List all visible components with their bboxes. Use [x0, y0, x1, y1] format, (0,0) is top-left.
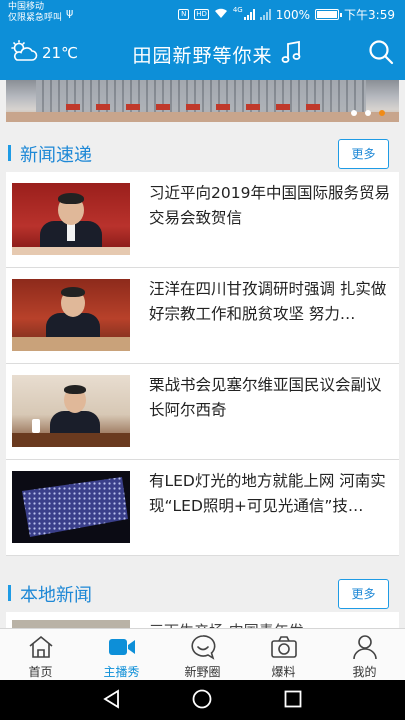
section-title: 本地新闻: [20, 585, 92, 606]
carousel-dot-active[interactable]: [379, 110, 385, 116]
app-header: 21℃ 田园新野等你来: [0, 28, 405, 80]
local-section-header: 本地新闻 更多: [0, 568, 405, 618]
home-circle-icon[interactable]: [191, 688, 213, 714]
chat-bubble-icon: [162, 634, 243, 660]
carrier-info: 中国移动 仅限紧急呼叫: [8, 2, 62, 24]
search-icon[interactable]: [368, 39, 394, 69]
carousel-dot[interactable]: [351, 110, 357, 116]
nfc-icon: N: [178, 9, 190, 20]
news-item[interactable]: 习近平向2019年中国国际服务贸易交易会致贺信: [6, 172, 399, 268]
network-type: 4G: [232, 6, 243, 14]
battery-percent: 100%: [275, 7, 311, 22]
tab-label: 我的: [352, 665, 377, 679]
news-list: 习近平向2019年中国国际服务贸易交易会致贺信 汪洋在四川甘孜调研时强调 扎实做…: [6, 172, 399, 556]
tab-label: 主播秀: [103, 665, 140, 679]
banner-carousel[interactable]: [6, 80, 399, 122]
bottom-tab-bar: 首页 主播秀 新野圈 爆料 我的: [0, 628, 405, 680]
news-title: 习近平向2019年中国国际服务贸易交易会致贺信: [149, 184, 390, 227]
system-nav-bar: [0, 680, 405, 720]
tab-mine[interactable]: 我的: [324, 629, 405, 680]
news-item[interactable]: 栗战书会见塞尔维亚国民议会副议长阿尔西奇: [6, 364, 399, 460]
news-thumbnail: [12, 183, 130, 255]
tab-label: 首页: [28, 665, 53, 679]
back-icon[interactable]: [101, 688, 123, 714]
status-icons: N HD 4G 100% 下午3:59: [178, 6, 395, 23]
news-more-button[interactable]: 更多: [338, 139, 389, 169]
news-title: 有LED灯光的地方就能上网 河南实现“LED照明+可见光通信”技…: [149, 472, 386, 515]
hd-icon: HD: [194, 9, 209, 20]
local-more-button[interactable]: 更多: [338, 579, 389, 609]
news-thumbnail: [12, 471, 130, 543]
video-camera-icon: [81, 634, 162, 660]
tab-label: 新野圈: [184, 665, 221, 679]
tab-label: 爆料: [271, 665, 296, 679]
clock: 下午3:59: [344, 8, 395, 22]
usb-icon: ψ: [66, 6, 74, 19]
status-bar: 中国移动 仅限紧急呼叫 ψ N HD 4G 100% 下午3:59: [0, 0, 405, 28]
news-thumbnail: [12, 375, 130, 447]
music-note-icon[interactable]: [281, 40, 301, 68]
wifi-icon: [214, 8, 228, 22]
home-icon: [0, 634, 81, 660]
person-icon: [324, 634, 405, 660]
news-thumbnail: [12, 279, 130, 351]
news-item[interactable]: 有LED灯光的地方就能上网 河南实现“LED照明+可见光通信”技…: [6, 460, 399, 556]
banner-ground: [6, 112, 399, 122]
camera-icon: [243, 634, 324, 660]
news-title: 栗战书会见塞尔维亚国民议会副议长阿尔西奇: [149, 376, 382, 419]
app-title: 田园新野等你来: [132, 45, 273, 67]
tab-circle[interactable]: 新野圈: [162, 629, 243, 680]
tab-anchor-show[interactable]: 主播秀: [81, 629, 162, 680]
signal2-icon: [259, 9, 271, 20]
section-title: 新闻速递: [20, 145, 92, 166]
battery-icon: [315, 9, 343, 20]
section-accent: [8, 145, 11, 161]
recent-apps-icon[interactable]: [282, 688, 304, 714]
news-section-header: 新闻速递 更多: [0, 128, 405, 178]
banner-flags: [66, 104, 326, 110]
signal-icon: [243, 9, 255, 20]
carousel-dot[interactable]: [365, 110, 371, 116]
section-accent: [8, 585, 11, 601]
news-item[interactable]: 汪洋在四川甘孜调研时强调 扎实做好宗教工作和脱贫攻坚 努力…: [6, 268, 399, 364]
carrier-name: 中国移动: [8, 2, 45, 12]
carousel-dots: [351, 110, 385, 116]
tab-report[interactable]: 爆料: [243, 629, 324, 680]
carrier-status: 仅限紧急呼叫: [8, 13, 63, 23]
news-title: 汪洋在四川甘孜调研时强调 扎实做好宗教工作和脱贫攻坚 努力…: [149, 280, 387, 323]
tab-home[interactable]: 首页: [0, 629, 81, 680]
